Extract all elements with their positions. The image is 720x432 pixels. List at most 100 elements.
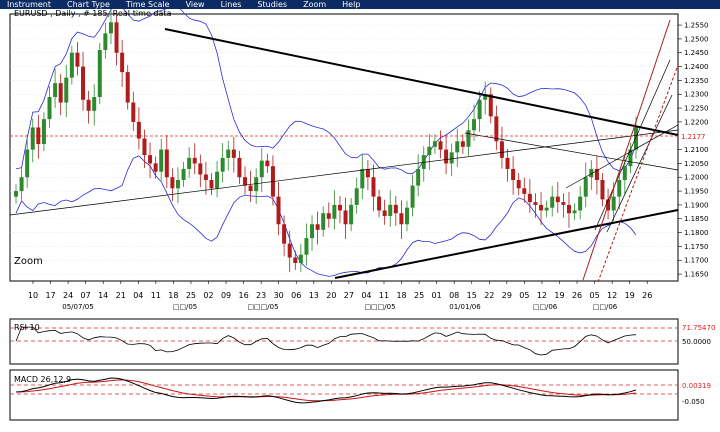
x-tick-label: 13	[309, 291, 319, 300]
candle-body	[572, 210, 577, 214]
x-tick-label: 01	[432, 291, 442, 300]
candle-body	[360, 168, 365, 189]
x-tick-label: 27	[344, 291, 354, 300]
candle-body	[69, 52, 74, 78]
x-month-label: □□/06	[533, 303, 558, 311]
candle-body	[600, 180, 605, 200]
candle-body	[304, 238, 309, 255]
candle-body	[449, 152, 454, 164]
candle-body	[226, 149, 231, 158]
y-tick-label: 1.2450	[684, 49, 709, 57]
candle-body	[365, 168, 370, 178]
chart-area[interactable]: EURUSD , Daily , # 185, Real-time data Z…	[0, 4, 720, 428]
candle-body	[505, 157, 510, 169]
x-month-label: 01/01/06	[449, 303, 481, 311]
candle-body	[41, 119, 46, 145]
candle-body	[125, 72, 130, 103]
menu-item-lines[interactable]: Lines	[214, 0, 251, 9]
candle-body	[622, 166, 627, 181]
y-tick-label: 1.1950	[684, 188, 709, 196]
menu-item-studies[interactable]: Studies	[250, 0, 296, 9]
x-tick-label: 19	[554, 291, 564, 300]
candle-body	[427, 146, 432, 156]
candle-body	[555, 196, 560, 203]
x-tick-label: 18	[396, 291, 406, 300]
candle-body	[170, 177, 175, 189]
menu-item-instrument[interactable]: Instrument	[0, 0, 60, 9]
menu-bar: Instrument Chart Type Time Scale View Lines S…	[0, 0, 720, 9]
candle-body	[142, 138, 147, 156]
macd-level: -0.050	[682, 398, 705, 406]
candle-body	[455, 141, 460, 153]
menu-item-view[interactable]: View	[179, 0, 214, 9]
candle-body	[248, 185, 253, 192]
menu-item-help[interactable]: Help	[335, 0, 369, 9]
x-month-label: □□□/05	[247, 303, 278, 311]
y-tick-label: 1.2350	[684, 77, 709, 85]
chart-title: EURUSD , Daily , # 185, Real-time data	[14, 9, 172, 18]
candle-body	[181, 168, 186, 181]
candle-body	[243, 177, 248, 186]
candle-body	[192, 157, 197, 164]
chart-svg[interactable]: EURUSD , Daily , # 185, Real-time data Z…	[0, 4, 720, 428]
x-month-label: □□/05	[173, 303, 198, 311]
candle-body	[175, 180, 180, 189]
x-tick-label: 04	[133, 291, 143, 300]
x-tick-label: 11	[379, 291, 389, 300]
x-tick-label: 08	[449, 291, 459, 300]
candle-body	[354, 188, 359, 205]
candle-body	[187, 157, 192, 169]
x-tick-label: 15	[467, 291, 477, 300]
menu-item-zoom[interactable]: Zoom	[296, 0, 335, 9]
candle-body	[120, 52, 125, 73]
x-tick-label: 17	[45, 291, 55, 300]
x-tick-label: 12	[537, 291, 547, 300]
x-tick-label: 07	[81, 291, 91, 300]
candle-body	[583, 177, 588, 197]
candle-body	[393, 204, 398, 214]
candle-body	[53, 83, 58, 98]
candle-body	[466, 130, 471, 147]
candle-body	[578, 196, 583, 211]
rsi-title: RSI 10	[14, 323, 40, 332]
candle-body	[343, 210, 348, 225]
x-month-label: 05/07/05	[62, 303, 93, 311]
candle-body	[215, 171, 220, 189]
candle-body	[198, 163, 203, 175]
current-price-label: 1.2177	[681, 133, 706, 141]
rsi-level-high: 71.75470	[682, 324, 715, 332]
menu-item-time-scale[interactable]: Time Scale	[119, 0, 179, 9]
menu-item-chart-type[interactable]: Chart Type	[60, 0, 119, 9]
x-tick-label: 30	[274, 291, 284, 300]
y-tick-label: 1.2000	[684, 174, 709, 182]
candle-body	[259, 160, 264, 178]
candle-body	[522, 188, 527, 194]
candle-body	[315, 224, 320, 230]
x-tick-label: 21	[116, 291, 126, 300]
x-tick-label: 24	[63, 291, 73, 300]
x-tick-label: 19	[625, 291, 635, 300]
candle-body	[47, 97, 52, 120]
x-tick-label: 05	[519, 291, 529, 300]
candle-body	[310, 224, 315, 239]
candle-body	[293, 257, 298, 264]
candle-body	[527, 193, 532, 203]
candle-body	[416, 168, 421, 186]
candle-body	[203, 174, 208, 181]
y-tick-label: 1.2200	[684, 118, 709, 126]
rsi-panel[interactable]	[9, 318, 679, 365]
candle-body	[14, 191, 18, 197]
main-price-panel[interactable]	[9, 13, 679, 282]
candle	[97, 43, 102, 104]
y-tick-label: 1.2050	[684, 160, 709, 168]
candle-body	[114, 22, 119, 53]
candle-body	[75, 52, 80, 67]
candle-body	[494, 116, 499, 142]
candle-body	[544, 207, 549, 211]
candle-body	[92, 97, 97, 111]
candle-body	[472, 119, 477, 131]
x-tick-label: 10	[28, 291, 38, 300]
y-tick-label: 1.1650	[684, 271, 709, 279]
candle-body	[209, 180, 214, 189]
candle-body	[19, 177, 24, 192]
